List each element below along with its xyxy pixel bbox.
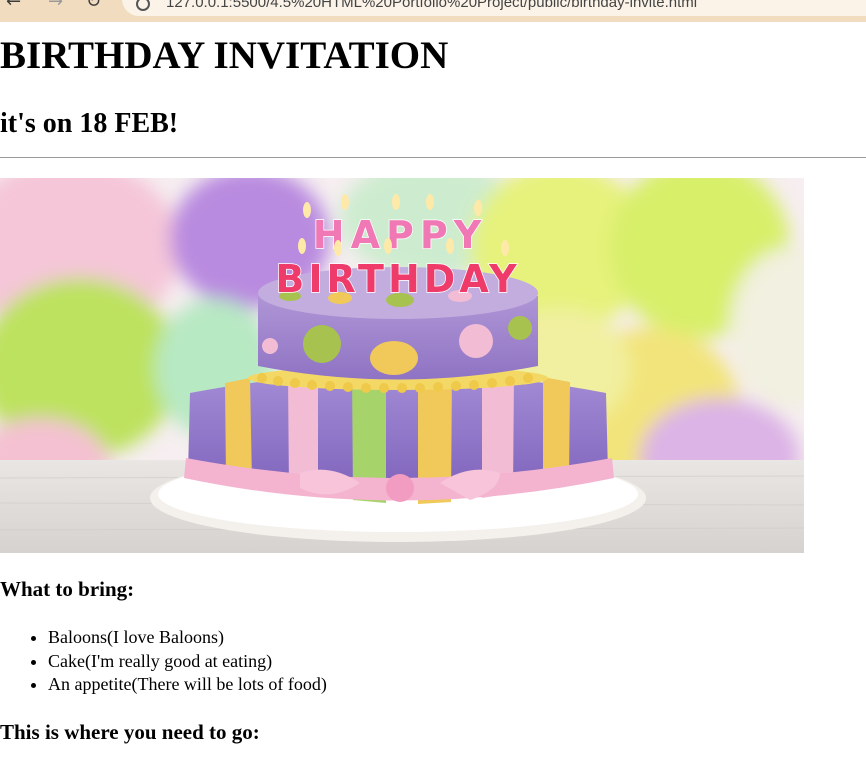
site-info-icon[interactable] (136, 0, 150, 11)
list-item: An appetite(There will be lots of food) (48, 673, 327, 697)
reload-icon[interactable]: ↻ (86, 0, 101, 12)
back-arrow-icon[interactable]: ← (6, 0, 21, 12)
list-item: Baloons(I love Baloons) (48, 626, 327, 650)
page-title: BIRTHDAY INVITATION (0, 34, 449, 77)
page-subtitle: it's on 18 FEB! (0, 108, 179, 139)
birthday-cake-image: HAPPY BIRTHDAY (0, 178, 804, 553)
browser-toolbar: ← → ↻ 127.0.0.1:5500/4.5%20HTML%20Portfo… (0, 0, 866, 22)
forward-arrow-icon[interactable]: → (48, 0, 63, 12)
list-item: Cake(I'm really good at eating) (48, 650, 327, 674)
cake-text-birthday: BIRTHDAY (275, 257, 520, 301)
address-bar[interactable]: 127.0.0.1:5500/4.5%20HTML%20Portfolio%20… (122, 0, 866, 16)
bring-list: Baloons(I love Baloons) Cake(I'm really … (0, 626, 327, 697)
directions-heading: This is where you need to go: (0, 720, 260, 744)
address-url[interactable]: 127.0.0.1:5500/4.5%20HTML%20Portfolio%20… (166, 0, 697, 11)
divider (0, 157, 866, 158)
bring-heading: What to bring: (0, 577, 135, 601)
